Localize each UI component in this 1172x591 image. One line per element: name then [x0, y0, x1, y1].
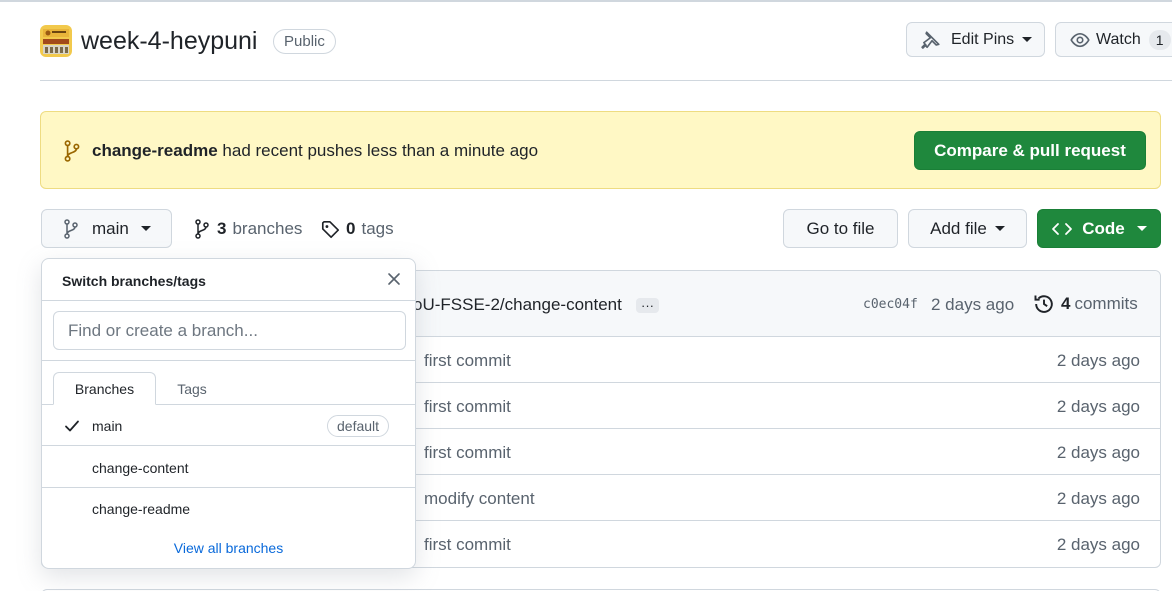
visibility-badge: Public	[273, 29, 336, 54]
row-commit-age: 2 days ago	[1056, 443, 1140, 462]
branches-label: branches	[232, 219, 303, 238]
tab-branches[interactable]: Branches	[53, 372, 156, 405]
commits-count: 4	[1061, 294, 1071, 313]
branch-dropdown: Switch branches/tags Branches Tags main …	[41, 258, 416, 569]
commits-history-link[interactable]: 4 commits	[1033, 293, 1138, 315]
edit-pins-button[interactable]: Edit Pins	[906, 22, 1045, 57]
git-branch-icon	[64, 218, 78, 239]
tag-icon	[321, 220, 340, 238]
watch-count: 1	[1148, 29, 1171, 50]
branch-select-button[interactable]: main	[41, 209, 172, 248]
branch-search-input[interactable]	[53, 311, 406, 350]
watch-label: Watch	[1096, 30, 1141, 48]
tags-link[interactable]: 0 tags	[321, 219, 394, 239]
close-icon[interactable]	[386, 271, 402, 287]
tags-count: 0	[346, 219, 356, 238]
compare-pull-request-button[interactable]: Compare & pull request	[914, 131, 1146, 170]
banner-message-text: had recent pushes less than a minute ago	[222, 141, 539, 160]
dropdown-title: Switch branches/tags	[62, 273, 206, 289]
repo-avatar[interactable]	[40, 25, 72, 57]
commit-sha[interactable]: c0ec04f	[863, 297, 918, 312]
header-divider	[40, 80, 1172, 81]
pin-icon	[921, 30, 940, 49]
add-file-label: Add file	[930, 218, 987, 238]
branch-name: change-readme	[92, 501, 191, 517]
default-badge: default	[327, 415, 390, 437]
banner-message: change-readme had recent pushes less tha…	[92, 141, 538, 161]
chevron-down-icon	[140, 226, 151, 231]
recent-push-banner: change-readme had recent pushes less tha…	[40, 111, 1161, 189]
row-commit-age: 2 days ago	[1056, 351, 1140, 370]
row-commit-message[interactable]: modify content	[424, 489, 535, 509]
commit-details-toggle[interactable]: ···	[636, 298, 659, 313]
chevron-down-icon	[1136, 226, 1147, 231]
commit-age: 2 days ago	[931, 295, 1015, 314]
commits-label: commits	[1074, 294, 1138, 313]
chevron-down-icon	[1022, 37, 1033, 42]
row-commit-message[interactable]: first commit	[424, 535, 511, 555]
edit-pins-label: Edit Pins	[951, 30, 1015, 48]
branch-name: change-content	[92, 460, 189, 476]
tab-tags[interactable]: Tags	[162, 372, 222, 405]
code-button[interactable]: Code	[1037, 209, 1161, 248]
branch-item-change-readme[interactable]: change-readme	[42, 488, 415, 529]
check-icon	[65, 420, 79, 432]
view-all-branches-link[interactable]: View all branches	[42, 540, 415, 556]
branches-count: 3	[217, 219, 227, 238]
branch-item-change-content[interactable]: change-content	[42, 447, 415, 488]
latest-commit-message[interactable]: oU-FSSE-2/change-content	[413, 295, 622, 315]
dropdown-divider	[42, 360, 415, 361]
repo-name-link[interactable]: week-4-heypuni	[81, 27, 258, 56]
tags-label: tags	[361, 219, 394, 238]
git-branch-icon	[195, 219, 209, 239]
code-icon	[1052, 222, 1073, 235]
row-commit-message[interactable]: first commit	[424, 351, 511, 371]
row-commit-age: 2 days ago	[1056, 489, 1140, 508]
eye-icon	[1070, 32, 1090, 47]
row-commit-age: 2 days ago	[1056, 397, 1140, 416]
row-commit-age: 2 days ago	[1056, 535, 1140, 554]
branch-item-main[interactable]: main default	[42, 405, 415, 446]
git-branch-icon	[64, 140, 80, 162]
add-file-button[interactable]: Add file	[908, 209, 1027, 248]
row-commit-message[interactable]: first commit	[424, 397, 511, 417]
banner-branch-name[interactable]: change-readme	[92, 141, 218, 160]
top-border	[0, 0, 1172, 2]
chevron-down-icon	[994, 226, 1005, 231]
code-label: Code	[1082, 218, 1125, 238]
branch-name: main	[92, 418, 123, 434]
branches-link[interactable]: 3 branches	[193, 219, 302, 239]
row-commit-message[interactable]: first commit	[424, 443, 511, 463]
current-branch-label: main	[92, 218, 129, 238]
go-to-file-button[interactable]: Go to file	[783, 209, 898, 248]
history-icon	[1034, 295, 1053, 313]
dropdown-divider	[42, 300, 415, 301]
watch-button[interactable]: Watch 1	[1055, 22, 1172, 57]
